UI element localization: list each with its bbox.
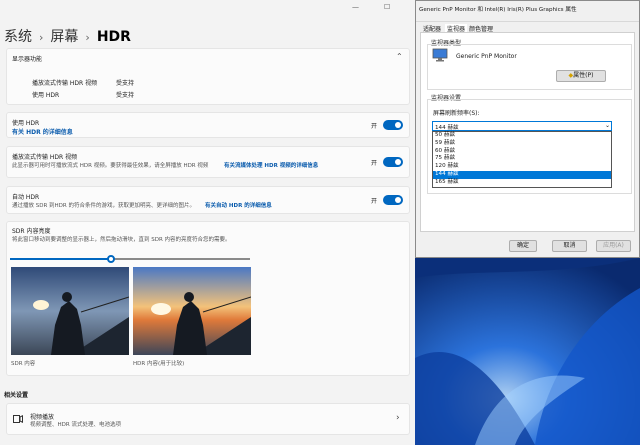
auto-hdr-state: 开 [371,198,378,205]
video-playback-card[interactable]: 视频播放 视频调整、HDR 流式处理、电池选项 › [6,403,410,435]
chevron-right-icon: › [39,31,44,44]
use-hdr-card: 使用 HDR 有关 HDR 的详细信息 开 [6,112,410,138]
sdr-brightness-title: SDR 内容亮度 [12,228,51,235]
apply-button[interactable]: 应用(A) [596,240,631,252]
dialog-title: Generic PnP Monitor 和 Intel(R) Iris(R) P… [419,7,577,13]
refresh-rate-label: 屏幕刷新频率(S): [433,110,480,117]
refresh-rate-selected: 144 赫兹 [435,125,459,131]
auto-hdr-desc: 通过播放 SDR 到HDR 的符合条件的游戏，获取更加明亮、更详细的图片。 [12,203,195,209]
refresh-rate-option[interactable]: 120 赫兹 [433,163,611,171]
breadcrumb: 系统 › 屏幕 › HDR [4,26,131,46]
desktop-wallpaper [415,258,640,445]
auto-hdr-toggle[interactable] [383,195,403,205]
stream-hdr-desc: 此显示器可用时可播放流式 HDR 视频。要获得最佳效果，请全屏播放 HDR 视频 [12,163,209,169]
chevron-right-icon: › [85,31,90,44]
maximize-icon[interactable]: ☐ [384,3,390,11]
auto-hdr-link[interactable]: 有关自动 HDR 的详细信息 [205,201,272,209]
use-hdr-link[interactable]: 有关 HDR 的详细信息 [12,127,73,136]
sdr-preview-image [11,267,129,355]
use-hdr-state: 开 [371,123,378,130]
cap-value-hdr: 受支持 [116,92,135,99]
settings-window: — ☐ 系统 › 屏幕 › HDR 显示器功能 ⌃ 播放流式传输 HDR 视频 受支持 … [0,0,413,445]
hdr-preview-caption: HDR 内容(用于比较) [133,361,185,367]
sdr-brightness-slider[interactable] [10,255,250,263]
monitor-type-group [427,44,632,90]
refresh-rate-select[interactable]: 144 赫兹 ⌄ [432,121,612,131]
video-playback-desc: 视频调整、HDR 流式处理、电池选项 [30,422,121,428]
sdr-brightness-desc: 将此窗口移动到要调整的显示器上，然后拖动滑块，直到 SDR 内容的亮度符合您的需… [12,237,231,243]
stream-hdr-toggle[interactable] [383,157,403,167]
refresh-rate-option[interactable]: 75 赫兹 [433,155,611,163]
cap-label-stream: 播放流式传输 HDR 视频 [32,80,98,87]
refresh-rate-option[interactable]: 59 赫兹 [433,140,611,148]
related-settings-title: 相关设置 [4,392,29,399]
monitor-icon [432,48,448,62]
slider-fill [10,258,111,260]
stream-hdr-title: 播放流式传输 HDR 视频 [12,154,78,161]
cancel-button[interactable]: 取消 [552,240,587,252]
use-hdr-title: 使用 HDR [12,120,40,127]
hdr-preview-image [133,267,251,355]
breadcrumb-display[interactable]: 屏幕 [50,29,78,45]
stream-hdr-link[interactable]: 有关流媒体处理 HDR 视频的详细信息 [224,161,318,169]
breadcrumb-system[interactable]: 系统 [4,29,32,45]
stream-hdr-card: 播放流式传输 HDR 视频 此显示器可用时可播放流式 HDR 视频。要获得最佳效… [6,146,410,178]
refresh-rate-option[interactable]: 165 赫兹 [433,179,611,187]
refresh-rate-option[interactable]: 60 赫兹 [433,148,611,156]
chevron-down-icon: ⌄ [605,122,611,129]
use-hdr-toggle[interactable] [383,120,403,130]
ok-button[interactable]: 确定 [509,240,537,252]
properties-button[interactable]: ◆属性(P) [556,70,606,82]
chevron-right-icon: › [396,413,400,423]
refresh-rate-option[interactable]: 50 赫兹 [433,132,611,140]
auto-hdr-title: 自动 HDR [12,194,40,201]
monitor-properties-dialog: Generic PnP Monitor 和 Intel(R) Iris(R) P… [415,0,640,258]
slider-thumb[interactable] [106,255,115,263]
refresh-rate-option[interactable]: 144 赫兹 [433,170,611,179]
chevron-up-icon[interactable]: ⌃ [396,52,403,61]
display-capabilities-title: 显示器功能 [12,56,43,63]
stream-hdr-state: 开 [371,160,378,167]
cap-label-hdr: 使用 HDR [32,92,60,99]
properties-button-label: 属性(P) [573,72,594,79]
cap-value-stream: 受支持 [116,80,135,87]
sdr-preview-caption: SDR 内容 [11,361,36,367]
video-icon [13,415,23,423]
display-capabilities-card: 显示器功能 ⌃ 播放流式传输 HDR 视频 受支持 使用 HDR 受支持 [6,48,410,105]
monitor-name: Generic PnP Monitor [456,53,517,60]
refresh-rate-list[interactable]: 50 赫兹 59 赫兹 60 赫兹 75 赫兹 120 赫兹 144 赫兹 165 赫兹 [432,131,612,188]
page-title: HDR [96,29,131,45]
auto-hdr-card: 自动 HDR 通过播放 SDR 到HDR 的符合条件的游戏，获取更加明亮、更详细… [6,186,410,214]
minimize-icon[interactable]: — [352,3,359,11]
